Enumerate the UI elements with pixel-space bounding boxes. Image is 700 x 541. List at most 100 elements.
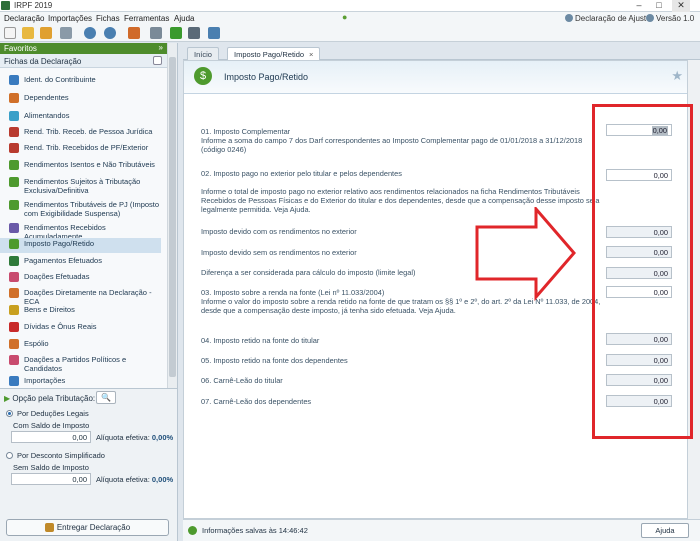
- sidebar-item[interactable]: Espólio: [0, 338, 161, 353]
- sidebar-item[interactable]: Ident. do Contribuinte: [0, 74, 161, 89]
- form-row-label: 07. Carnê-Leão dos dependentes: [201, 397, 312, 406]
- sidebar-item[interactable]: Rendimentos Isentos e Não Tributáveis: [0, 159, 161, 174]
- check-icon[interactable]: [170, 27, 182, 39]
- sidebar-item-icon: [9, 143, 19, 153]
- menu-bar: Declaração Importações Fichas Ferramenta…: [0, 12, 700, 24]
- print-icon[interactable]: [150, 27, 162, 39]
- folder-icon[interactable]: [40, 27, 52, 39]
- desconto-sub: Sem Saldo de Imposto: [13, 463, 89, 472]
- sidebar-item-icon: [9, 93, 19, 103]
- collapse-icon[interactable]: »: [159, 43, 163, 52]
- close-tab-icon[interactable]: ×: [309, 50, 313, 59]
- sidebar-item[interactable]: Dependentes: [0, 92, 161, 107]
- document-icon[interactable]: [208, 27, 220, 39]
- calculator-icon[interactable]: [188, 27, 200, 39]
- sidebar-item[interactable]: Imposto Pago/Retido: [0, 238, 161, 253]
- favorite-star-icon[interactable]: ★: [671, 68, 683, 84]
- sidebar-item[interactable]: Rendimentos Tributáveis de PJ (Imposto c…: [0, 199, 161, 222]
- sidebar-item[interactable]: Alimentandos: [0, 110, 161, 125]
- version-link[interactable]: Versão 1.0: [646, 14, 694, 23]
- sidebar-item-label: Pagamentos Efetuados: [24, 256, 102, 265]
- sidebar-item-icon: [9, 376, 19, 386]
- sidebar-item-label: Imposto Pago/Retido: [24, 239, 95, 248]
- open-folder-icon[interactable]: [22, 27, 34, 39]
- form-row-label: 01. Imposto Complementar Informe a soma …: [201, 127, 583, 154]
- sidebar-item[interactable]: Dívidas e Ônus Reais: [0, 321, 161, 336]
- sidebar-item-label: Dependentes: [24, 93, 69, 102]
- sidebar-item[interactable]: Doações Diretamente na Declaração - ECA: [0, 287, 161, 306]
- search-icon[interactable]: [153, 56, 162, 65]
- tab-label: Imposto Pago/Retido: [234, 50, 305, 59]
- deliver-icon: [44, 523, 54, 532]
- sidebar-item[interactable]: Bens e Direitos: [0, 304, 161, 319]
- sidebar-item-icon: [9, 177, 19, 187]
- fichas-header: Fichas da Declaração: [0, 54, 167, 68]
- window-title: IRPF 2019: [14, 1, 53, 10]
- desconto-aliquota: Alíquota efetiva: 0,00%: [96, 475, 173, 484]
- form-row-label: 05. Imposto retido na fonte dos dependen…: [201, 356, 348, 365]
- help-button[interactable]: Ajuda: [641, 523, 689, 538]
- aliquota-label: Alíquota efetiva:: [96, 475, 150, 484]
- export-icon[interactable]: [104, 27, 116, 39]
- status-bar: Informações salvas às 14:46:42 Ajuda: [183, 519, 700, 541]
- trash-icon[interactable]: [60, 27, 72, 39]
- sidebar-item-label: Bens e Direitos: [24, 305, 75, 314]
- sidebar-item[interactable]: Doações Efetuadas: [0, 271, 161, 286]
- menu-fichas[interactable]: Fichas: [96, 14, 120, 23]
- maximize-button[interactable]: □: [650, 0, 668, 12]
- option-search-button[interactable]: 🔍: [96, 391, 116, 404]
- sidebar-item-label: Rend. Trib. Receb. de Pessoa Jurídica: [24, 127, 153, 136]
- sidebar-item[interactable]: Rendimentos Recebidos Acumuladamente: [0, 222, 161, 241]
- radio-deducoes-legais[interactable]: [6, 410, 13, 417]
- aliquota-value: 0,00%: [151, 433, 174, 442]
- menu-ajuda[interactable]: Ajuda: [174, 14, 194, 23]
- entregar-declaracao-button[interactable]: Entregar Declaração: [6, 519, 169, 536]
- tax-option-header: ▶ Opção pela Tributação:: [4, 394, 95, 403]
- favorites-header[interactable]: Favoritos »: [0, 43, 167, 54]
- radio-desconto-simplificado[interactable]: [6, 452, 13, 459]
- sidebar-item[interactable]: Rend. Trib. Receb. de Pessoa Jurídica: [0, 126, 161, 141]
- minimize-button[interactable]: –: [630, 0, 648, 12]
- sidebar-item-icon: [9, 288, 19, 298]
- sidebar-item-icon: [9, 305, 19, 315]
- declaration-help-link[interactable]: Declaração de Ajuste: [565, 14, 651, 23]
- favorites-label: Favoritos: [4, 44, 37, 53]
- menu-declaracao[interactable]: Declaração: [4, 14, 44, 23]
- sidebar-item-icon: [9, 160, 19, 170]
- sidebar-item-icon: [9, 127, 19, 137]
- sidebar-item-icon: [9, 322, 19, 332]
- form-row-label: 04. Imposto retido na fonte do titular: [201, 336, 320, 345]
- sidebar-item-label: Rendimentos Tributáveis de PJ (Imposto c…: [24, 200, 160, 218]
- title-bar: IRPF 2019 – □ ✕: [0, 0, 700, 12]
- aliquota-value: 0,00%: [151, 475, 174, 484]
- sidebar-item-label: Doações Efetuadas: [24, 272, 90, 281]
- info-icon: [646, 14, 654, 22]
- tools-icon[interactable]: [128, 27, 140, 39]
- lock-icon: ●: [342, 12, 348, 22]
- sidebar-item[interactable]: Rend. Trib. Recebidos de PF/Exterior: [0, 142, 161, 157]
- sidebar-item-label: Importações: [24, 376, 66, 385]
- deducoes-sub: Com Saldo de Imposto: [13, 421, 90, 430]
- import-icon[interactable]: [84, 27, 96, 39]
- sidebar-item-icon: [9, 75, 19, 85]
- tab-inicio[interactable]: Início: [187, 47, 219, 60]
- sidebar-item-label: Alimentandos: [24, 111, 70, 120]
- sidebar-item-label: Doações a Partidos Políticos e Candidato…: [24, 355, 127, 373]
- sidebar-scrollbar[interactable]: [167, 43, 177, 388]
- menu-ferramentas[interactable]: Ferramentas: [124, 14, 169, 23]
- form-row-label: 06. Carnê-Leão do titular: [201, 376, 283, 385]
- sidebar-item[interactable]: Pagamentos Efetuados: [0, 255, 161, 270]
- sidebar-item[interactable]: Rendimentos Sujeitos à Tributação Exclus…: [0, 176, 161, 199]
- new-file-icon[interactable]: [4, 27, 16, 39]
- close-button[interactable]: ✕: [672, 0, 690, 12]
- deducoes-value: 0,00: [11, 431, 91, 443]
- tab-imposto-pago[interactable]: Imposto Pago/Retido ×: [227, 47, 321, 60]
- scrollbar-thumb[interactable]: [169, 57, 176, 377]
- sidebar-item[interactable]: Doações a Partidos Políticos e Candidato…: [0, 354, 161, 377]
- menu-importacoes[interactable]: Importações: [48, 14, 92, 23]
- option-icon: ▶: [4, 394, 11, 403]
- sidebar-item-label: Rendimentos Isentos e Não Tributáveis: [24, 160, 155, 169]
- deducoes-aliquota: Alíquota efetiva: 0,00%: [96, 433, 173, 442]
- sidebar-item-icon: [9, 223, 19, 233]
- sidebar-item-label: Ident. do Contribuinte: [24, 75, 96, 84]
